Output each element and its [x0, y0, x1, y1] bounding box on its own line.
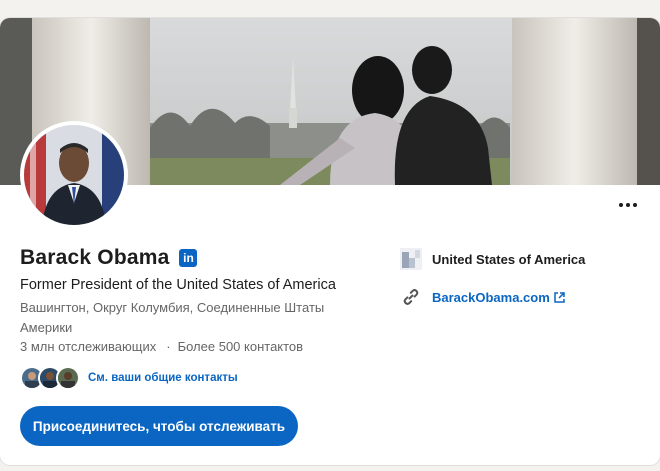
- stats-separator: ·: [166, 339, 171, 354]
- more-options-button[interactable]: [610, 191, 646, 219]
- website-item[interactable]: BarackObama.com: [400, 286, 565, 308]
- mutual-connections-link[interactable]: См. ваши общие контакты: [88, 372, 238, 384]
- mutual-avatar: [56, 366, 80, 390]
- link-icon: [400, 286, 422, 308]
- profile-name: Barack Obama: [20, 246, 170, 269]
- organization-name: United States of America: [432, 251, 586, 267]
- profile-stats: 3 млн отслеживающих · Более 500 контакто…: [20, 339, 303, 354]
- profile-headline: Former President of the United States of…: [20, 277, 336, 293]
- mutual-connections[interactable]: См. ваши общие контакты: [20, 366, 238, 390]
- linkedin-icon: in: [179, 249, 198, 267]
- mutual-avatars: [20, 366, 80, 390]
- organization-item[interactable]: United States of America: [400, 248, 585, 270]
- organization-logo-icon: [400, 248, 422, 270]
- external-link-icon: [554, 291, 565, 303]
- follow-button[interactable]: Присоединитесь, чтобы отслеживать: [20, 406, 298, 446]
- website-link[interactable]: BarackObama.com: [432, 290, 550, 305]
- connections-count: Более 500 контактов: [177, 339, 304, 354]
- profile-location: Вашингтон, Округ Колумбия, Соединенные Ш…: [20, 300, 325, 335]
- profile-card: Barack Obama in Former President of the …: [0, 18, 660, 465]
- more-icon: [619, 203, 623, 207]
- followers-count: 3 млн отслеживающих: [20, 339, 157, 354]
- profile-avatar[interactable]: [20, 121, 128, 229]
- name-row: Barack Obama in: [20, 246, 198, 270]
